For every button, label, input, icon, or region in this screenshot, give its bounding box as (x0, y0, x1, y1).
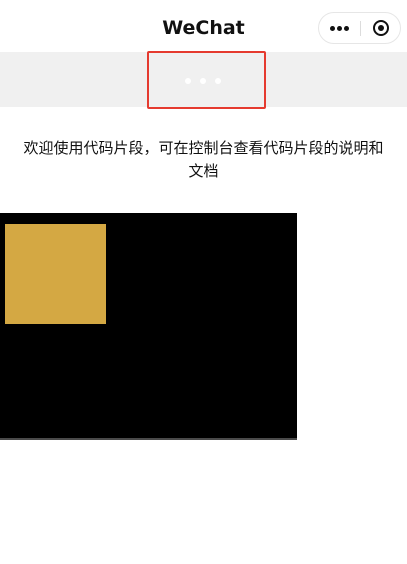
capsule-menu (318, 12, 401, 44)
target-circle-icon[interactable] (361, 13, 401, 43)
intro-text: 欢迎使用代码片段，可在控制台查看代码片段的说明和文档 (23, 139, 384, 180)
navigation-bar: WeChat (0, 0, 407, 52)
gold-rectangle (5, 224, 106, 324)
highlight-frame (147, 51, 266, 109)
more-dots-icon[interactable] (319, 13, 360, 43)
canvas-area[interactable] (0, 213, 297, 440)
